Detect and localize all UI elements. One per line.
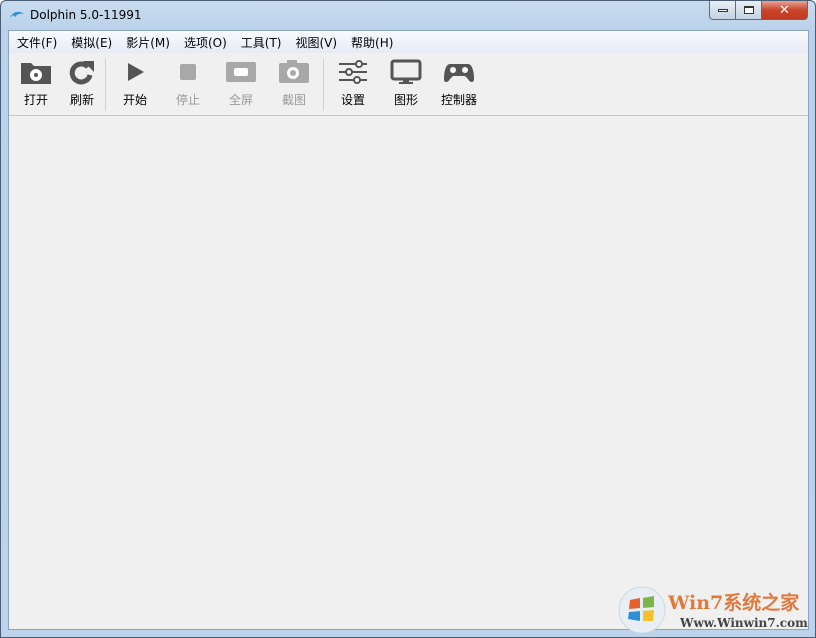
menu-tools[interactable]: 工具(T)	[235, 34, 288, 51]
refresh-button[interactable]: 刷新	[57, 59, 107, 108]
menu-file[interactable]: 文件(F)	[11, 34, 63, 51]
title-bar: Dolphin 5.0-11991	[9, 5, 141, 25]
graphics-button[interactable]: 图形	[381, 59, 431, 108]
watermark: Win7系统之家 Www.Winwin7.com	[618, 586, 813, 636]
menu-view[interactable]: 视图(V)	[289, 34, 343, 51]
client-area: 文件(F) 模拟(E) 影片(M) 选项(O) 工具(T) 视图(V) 帮助(H…	[8, 30, 809, 630]
controllers-button[interactable]: 控制器	[434, 59, 484, 108]
toolbar-separator	[323, 59, 324, 111]
monitor-icon	[390, 59, 422, 84]
menu-help[interactable]: 帮助(H)	[345, 34, 399, 51]
screenshot-button[interactable]: 截图	[269, 59, 319, 108]
camera-icon	[279, 60, 309, 83]
sliders-icon	[339, 60, 367, 84]
toolbar: 打开 刷新 开始 停止 全屏 截图 设置 图形 控制器	[9, 53, 808, 116]
fullscreen-label: 全屏	[228, 93, 253, 107]
maximize-button[interactable]	[736, 1, 762, 20]
graphics-label: 图形	[393, 93, 418, 107]
controllers-label: 控制器	[440, 93, 477, 107]
watermark-url: Www.Winwin7.com	[680, 616, 808, 630]
open-label: 打开	[23, 93, 48, 107]
watermark-brand: Win7系统之家	[668, 592, 800, 614]
menu-movie[interactable]: 影片(M)	[120, 34, 176, 51]
gamepad-icon	[444, 64, 474, 82]
stop-label: 停止	[175, 93, 200, 107]
refresh-icon	[69, 61, 94, 85]
windows-logo-icon	[618, 586, 666, 634]
fullscreen-icon	[226, 62, 256, 82]
dolphin-icon	[10, 11, 24, 18]
refresh-label: 刷新	[69, 93, 94, 107]
screenshot-label: 截图	[281, 93, 306, 107]
toolbar-separator	[105, 59, 106, 111]
menu-emulation[interactable]: 模拟(E)	[65, 34, 118, 51]
window-title: Dolphin 5.0-11991	[30, 8, 142, 22]
menu-bar: 文件(F) 模拟(E) 影片(M) 选项(O) 工具(T) 视图(V) 帮助(H…	[9, 31, 808, 53]
settings-button[interactable]: 设置	[328, 59, 378, 108]
fullscreen-button[interactable]: 全屏	[216, 59, 266, 108]
menu-options[interactable]: 选项(O)	[178, 34, 233, 51]
game-list-area[interactable]	[9, 117, 808, 629]
play-button[interactable]: 开始	[110, 59, 160, 108]
stop-icon	[180, 64, 196, 80]
play-icon	[128, 63, 144, 81]
close-button[interactable]: ✕	[762, 1, 808, 20]
open-folder-disc-icon	[21, 63, 51, 84]
minimize-button[interactable]	[709, 1, 736, 20]
settings-label: 设置	[340, 93, 365, 107]
open-button[interactable]: 打开	[11, 59, 61, 108]
play-label: 开始	[122, 93, 147, 107]
stop-button[interactable]: 停止	[163, 59, 213, 108]
